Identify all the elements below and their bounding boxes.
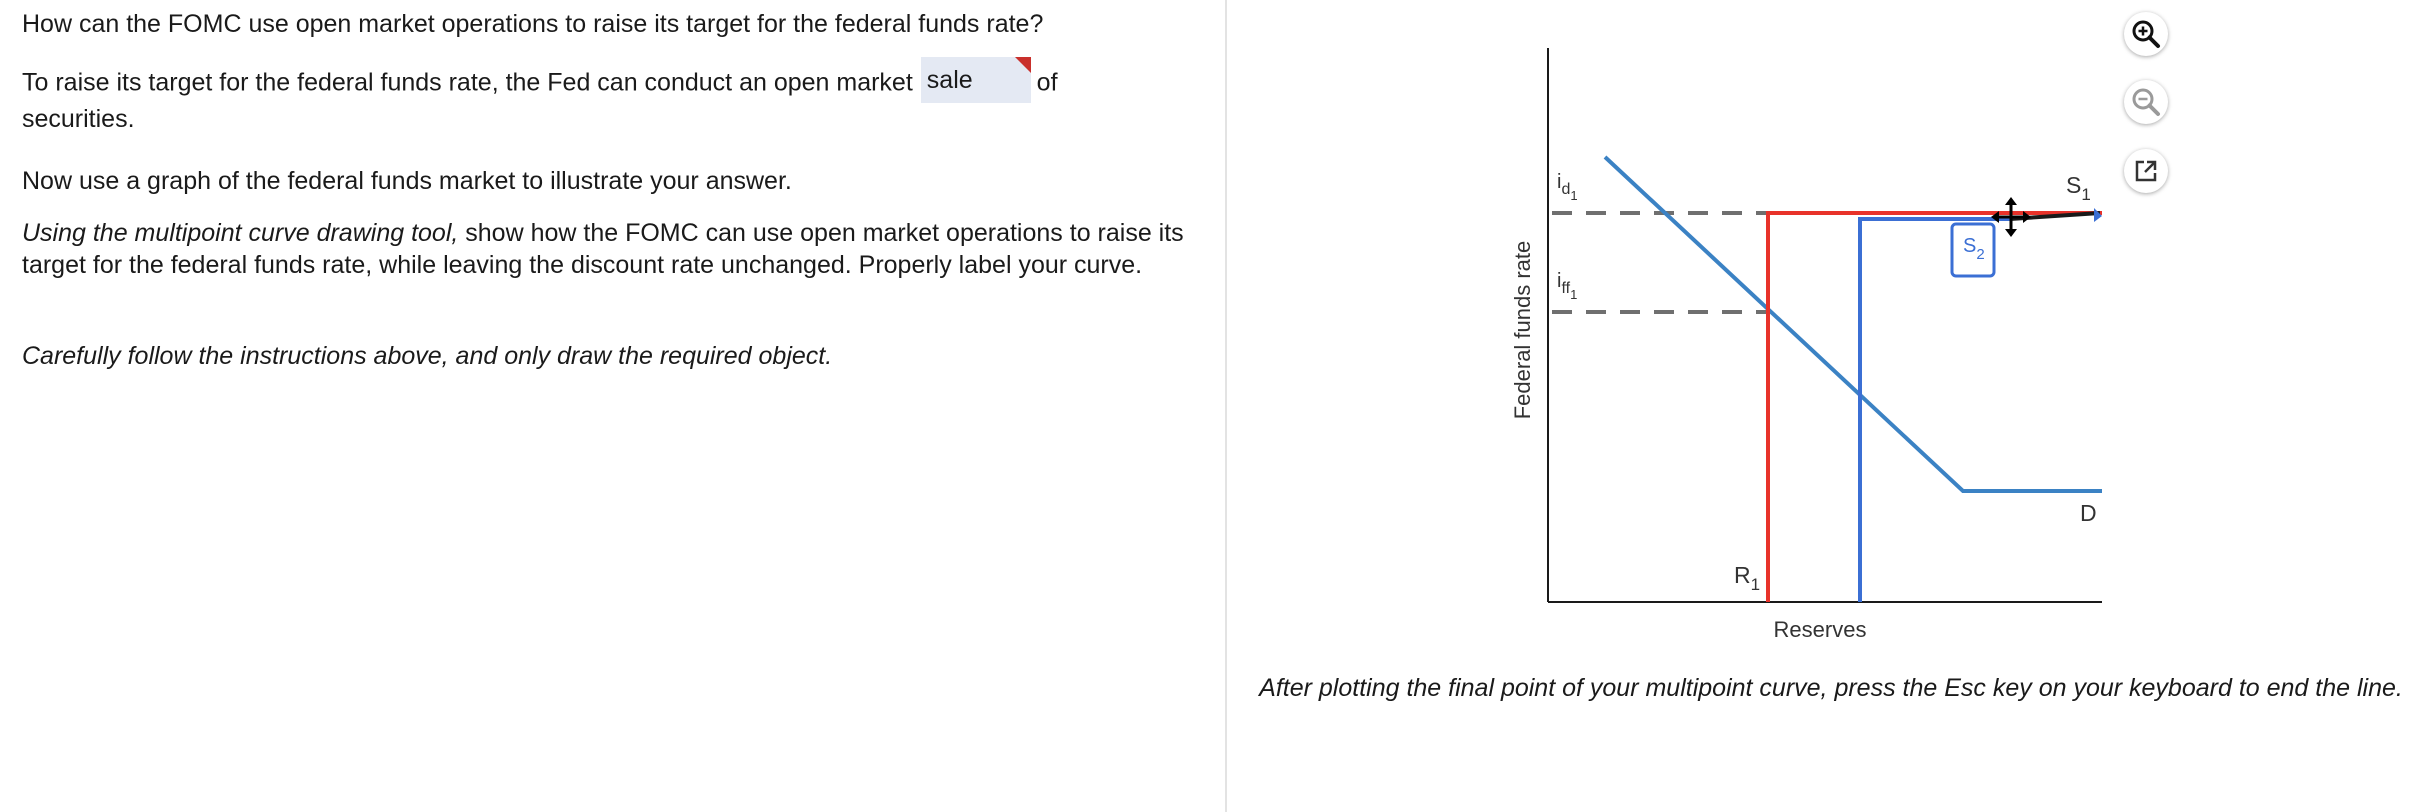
answer-text-after: of [1036,68,1058,97]
answer-dropdown[interactable]: sale [920,57,1031,103]
answer-text-before: To raise its target for the federal fund… [22,68,913,97]
zoom-out-button[interactable] [2124,80,2168,124]
s1-label: S1 [2066,172,2091,204]
supply-curve-s1 [1766,211,2102,602]
zoom-out-icon [2132,88,2160,116]
tool-instruction: Using the multipoint curve drawing tool,… [22,217,1212,281]
answer-text-wrap: securities. [22,105,135,133]
id1-label: id1 [1557,171,1578,203]
question-prompt: How can the FOMC use open market operati… [22,10,1044,38]
d-label: D [2080,500,2097,526]
dropdown-flag-icon [1014,57,1031,73]
zoom-in-icon [2132,20,2160,48]
curve-endpoint-marker [2094,208,2102,222]
move-cursor-icon [1991,197,2031,237]
popout-button[interactable] [2124,149,2168,193]
x-axis-label: Reserves [1774,617,1867,642]
tool-instruction-italic: Using the multipoint curve drawing tool, [22,219,459,247]
zoom-in-button[interactable] [2124,12,2168,56]
federal-funds-graph[interactable]: Federal funds rate Reserves S2 id1 iff1 … [1227,0,2422,660]
y-axis-label: Federal funds rate [1510,241,1535,420]
caution-text: Carefully follow the instructions above,… [22,342,833,370]
footer-instruction: After plotting the final point of your m… [1259,674,2403,702]
demand-curve [1603,155,2102,493]
iff1-label: iff1 [1557,270,1577,302]
r1-label: R1 [1734,562,1760,594]
question-pane: How can the FOMC use open market operati… [0,0,1225,812]
graph-instruction: Now use a graph of the federal funds mar… [22,167,792,195]
external-link-icon [2135,160,2157,182]
answer-dropdown-value: sale [926,66,973,94]
answer-sentence: To raise its target for the federal fund… [22,57,1182,135]
